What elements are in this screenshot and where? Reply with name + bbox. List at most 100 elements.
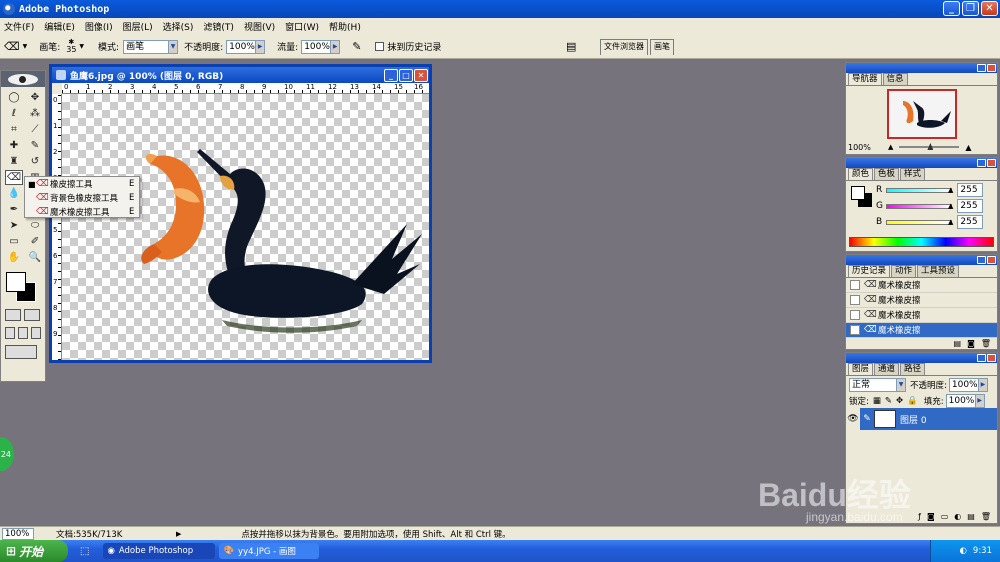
quick-launch-icon[interactable]: ⬚ bbox=[80, 546, 89, 557]
palette-minimize-button[interactable] bbox=[977, 64, 986, 72]
menu-window[interactable]: 窗口(W) bbox=[285, 20, 319, 33]
tab-file-browser[interactable]: 文件浏览器 bbox=[600, 39, 648, 55]
channel-r-input[interactable]: 255 bbox=[957, 183, 984, 197]
add-mask-icon[interactable]: ◙ bbox=[927, 512, 935, 521]
doc-close-button[interactable]: ✕ bbox=[414, 68, 428, 82]
palette-close-button[interactable] bbox=[987, 256, 996, 264]
channel-g-slider[interactable] bbox=[886, 203, 952, 209]
zoom-tool-icon[interactable]: 🔍 bbox=[26, 250, 44, 265]
doc-maximize-button[interactable]: □ bbox=[399, 68, 413, 82]
trash-icon[interactable]: 🗑 bbox=[981, 512, 991, 521]
zoom-out-icon[interactable]: ▲ bbox=[888, 143, 893, 151]
menu-view[interactable]: 视图(V) bbox=[244, 20, 275, 33]
menu-layer[interactable]: 图层(L) bbox=[123, 20, 153, 33]
new-document-from-state-icon[interactable]: ▤ bbox=[954, 339, 962, 348]
menu-select[interactable]: 选择(S) bbox=[163, 20, 194, 33]
eyedropper-tool-icon[interactable]: ✐ bbox=[26, 234, 44, 249]
flyout-item-magic-eraser[interactable]: ⌫ 魔术橡皮擦工具 E bbox=[25, 205, 139, 219]
channel-b-input[interactable]: 255 bbox=[957, 215, 984, 229]
menu-help[interactable]: 帮助(H) bbox=[329, 20, 361, 33]
menu-file[interactable]: 文件(F) bbox=[4, 20, 34, 33]
history-state[interactable]: ⌫ 魔术橡皮擦 bbox=[846, 278, 997, 293]
tab-color[interactable]: 颜色 bbox=[848, 168, 874, 180]
hand-tool-icon[interactable]: ✋ bbox=[5, 250, 23, 265]
eraser-tool-icon[interactable]: ⌫ bbox=[5, 170, 23, 185]
new-snapshot-icon[interactable]: ◙ bbox=[967, 339, 975, 348]
clock[interactable]: 9:31 bbox=[973, 546, 992, 556]
task-paint[interactable]: 🎨 yy4.JPG - 画图 bbox=[219, 543, 320, 559]
history-brush-source-checkbox[interactable] bbox=[850, 280, 860, 290]
menu-filter[interactable]: 滤镜(T) bbox=[203, 20, 234, 33]
path-select-tool-icon[interactable]: ➤ bbox=[5, 218, 23, 233]
status-zoom-input[interactable]: 100% bbox=[2, 527, 34, 540]
tool-preset-picker[interactable]: ⌫ ▼ bbox=[4, 40, 27, 53]
chevron-down-icon[interactable]: ▼ bbox=[79, 43, 84, 50]
chevron-right-icon[interactable]: ▶ bbox=[975, 393, 985, 408]
task-photoshop[interactable]: ◉ Adobe Photoshop bbox=[103, 543, 216, 559]
palette-close-button[interactable] bbox=[987, 159, 996, 167]
visibility-eye-icon[interactable]: 👁 bbox=[846, 408, 860, 430]
navigator-view-box[interactable] bbox=[886, 89, 957, 139]
slider-thumb-icon[interactable]: ▲ bbox=[948, 202, 953, 210]
history-state-selected[interactable]: ⌫ 魔术橡皮擦 bbox=[846, 323, 997, 338]
quick-mask-mode-icon[interactable] bbox=[24, 309, 40, 321]
chevron-right-icon[interactable]: ▶ bbox=[256, 39, 266, 54]
flyout-item-background-eraser[interactable]: ⌫ 背景色橡皮擦工具 E bbox=[25, 191, 139, 205]
magic-wand-tool-icon[interactable]: ⁂ bbox=[26, 106, 44, 121]
slider-thumb-icon[interactable]: ▲ bbox=[948, 218, 953, 226]
close-button[interactable]: ✕ bbox=[981, 1, 998, 16]
trash-icon[interactable]: 🗑 bbox=[981, 339, 991, 348]
lock-image-icon[interactable]: ✎ bbox=[885, 396, 892, 406]
layer-style-icon[interactable]: ƒ bbox=[918, 512, 921, 521]
blur-tool-icon[interactable]: 💧 bbox=[5, 186, 23, 201]
chevron-right-icon[interactable]: ▶ bbox=[978, 377, 988, 392]
new-set-icon[interactable]: ▭ bbox=[941, 512, 949, 521]
tab-styles[interactable]: 样式 bbox=[900, 168, 926, 180]
move-tool-icon[interactable]: ✥ bbox=[26, 90, 44, 105]
tab-info[interactable]: 信息 bbox=[882, 73, 908, 85]
screen-mode-full-menu-icon[interactable] bbox=[18, 327, 28, 339]
layer-row[interactable]: 👁 ✎ 图层 0 bbox=[846, 408, 997, 430]
palette-well-icon[interactable]: ▤ bbox=[566, 40, 576, 53]
channel-r-slider[interactable] bbox=[886, 187, 952, 193]
history-state[interactable]: ⌫ 魔术橡皮擦 bbox=[846, 308, 997, 323]
history-state[interactable]: ⌫ 魔术橡皮擦 bbox=[846, 293, 997, 308]
stamp-tool-icon[interactable]: ♜ bbox=[5, 154, 23, 169]
image-canvas[interactable] bbox=[62, 94, 429, 360]
tab-tool-presets[interactable]: 工具预设 bbox=[917, 265, 960, 277]
layer-name[interactable]: 图层 0 bbox=[900, 413, 927, 426]
zoom-in-icon[interactable]: ▲ bbox=[965, 143, 971, 152]
new-layer-icon[interactable]: ▤ bbox=[967, 512, 975, 521]
history-brush-source-checkbox[interactable] bbox=[850, 310, 860, 320]
channel-b-slider[interactable] bbox=[886, 219, 952, 225]
palette-minimize-button[interactable] bbox=[977, 159, 986, 167]
foreground-color-swatch[interactable] bbox=[6, 272, 26, 292]
healing-brush-tool-icon[interactable]: ✚ bbox=[5, 138, 23, 153]
lock-all-icon[interactable]: 🔒 bbox=[907, 396, 918, 406]
pen-tool-icon[interactable]: ✒ bbox=[5, 202, 23, 217]
lock-transparency-icon[interactable]: ▦ bbox=[873, 396, 881, 406]
shape-tool-icon[interactable]: ⬭ bbox=[26, 218, 44, 233]
adjustment-layer-icon[interactable]: ◐ bbox=[954, 512, 961, 521]
channel-g-input[interactable]: 255 bbox=[957, 199, 984, 213]
marquee-tool-icon[interactable]: ◯ bbox=[5, 90, 23, 105]
fill-input[interactable]: 100% bbox=[945, 393, 976, 408]
tab-navigator[interactable]: 导航器 bbox=[848, 73, 882, 85]
mode-select[interactable]: 画笔 bbox=[123, 39, 170, 54]
menu-image[interactable]: 图像(I) bbox=[85, 20, 113, 33]
palette-close-button[interactable] bbox=[987, 354, 996, 362]
palette-close-button[interactable] bbox=[987, 64, 996, 72]
brush-picker[interactable]: ✱ 35 bbox=[66, 39, 76, 54]
tab-layers[interactable]: 图层 bbox=[848, 363, 874, 375]
tab-actions[interactable]: 动作 bbox=[891, 265, 917, 277]
doc-minimize-button[interactable]: _ bbox=[384, 68, 398, 82]
tab-swatches[interactable]: 色板 bbox=[874, 168, 900, 180]
palette-minimize-button[interactable] bbox=[977, 354, 986, 362]
opacity-input[interactable]: 100% bbox=[226, 39, 257, 54]
slider-thumb-icon[interactable]: ▲ bbox=[948, 186, 953, 194]
navigator-zoom-value[interactable]: 100% bbox=[848, 143, 888, 152]
history-brush-source-checkbox[interactable] bbox=[850, 295, 860, 305]
airbrush-icon[interactable]: ✎ bbox=[352, 40, 361, 53]
chevron-right-icon[interactable]: ▶ bbox=[331, 39, 341, 54]
zoom-slider-thumb[interactable] bbox=[927, 143, 934, 150]
